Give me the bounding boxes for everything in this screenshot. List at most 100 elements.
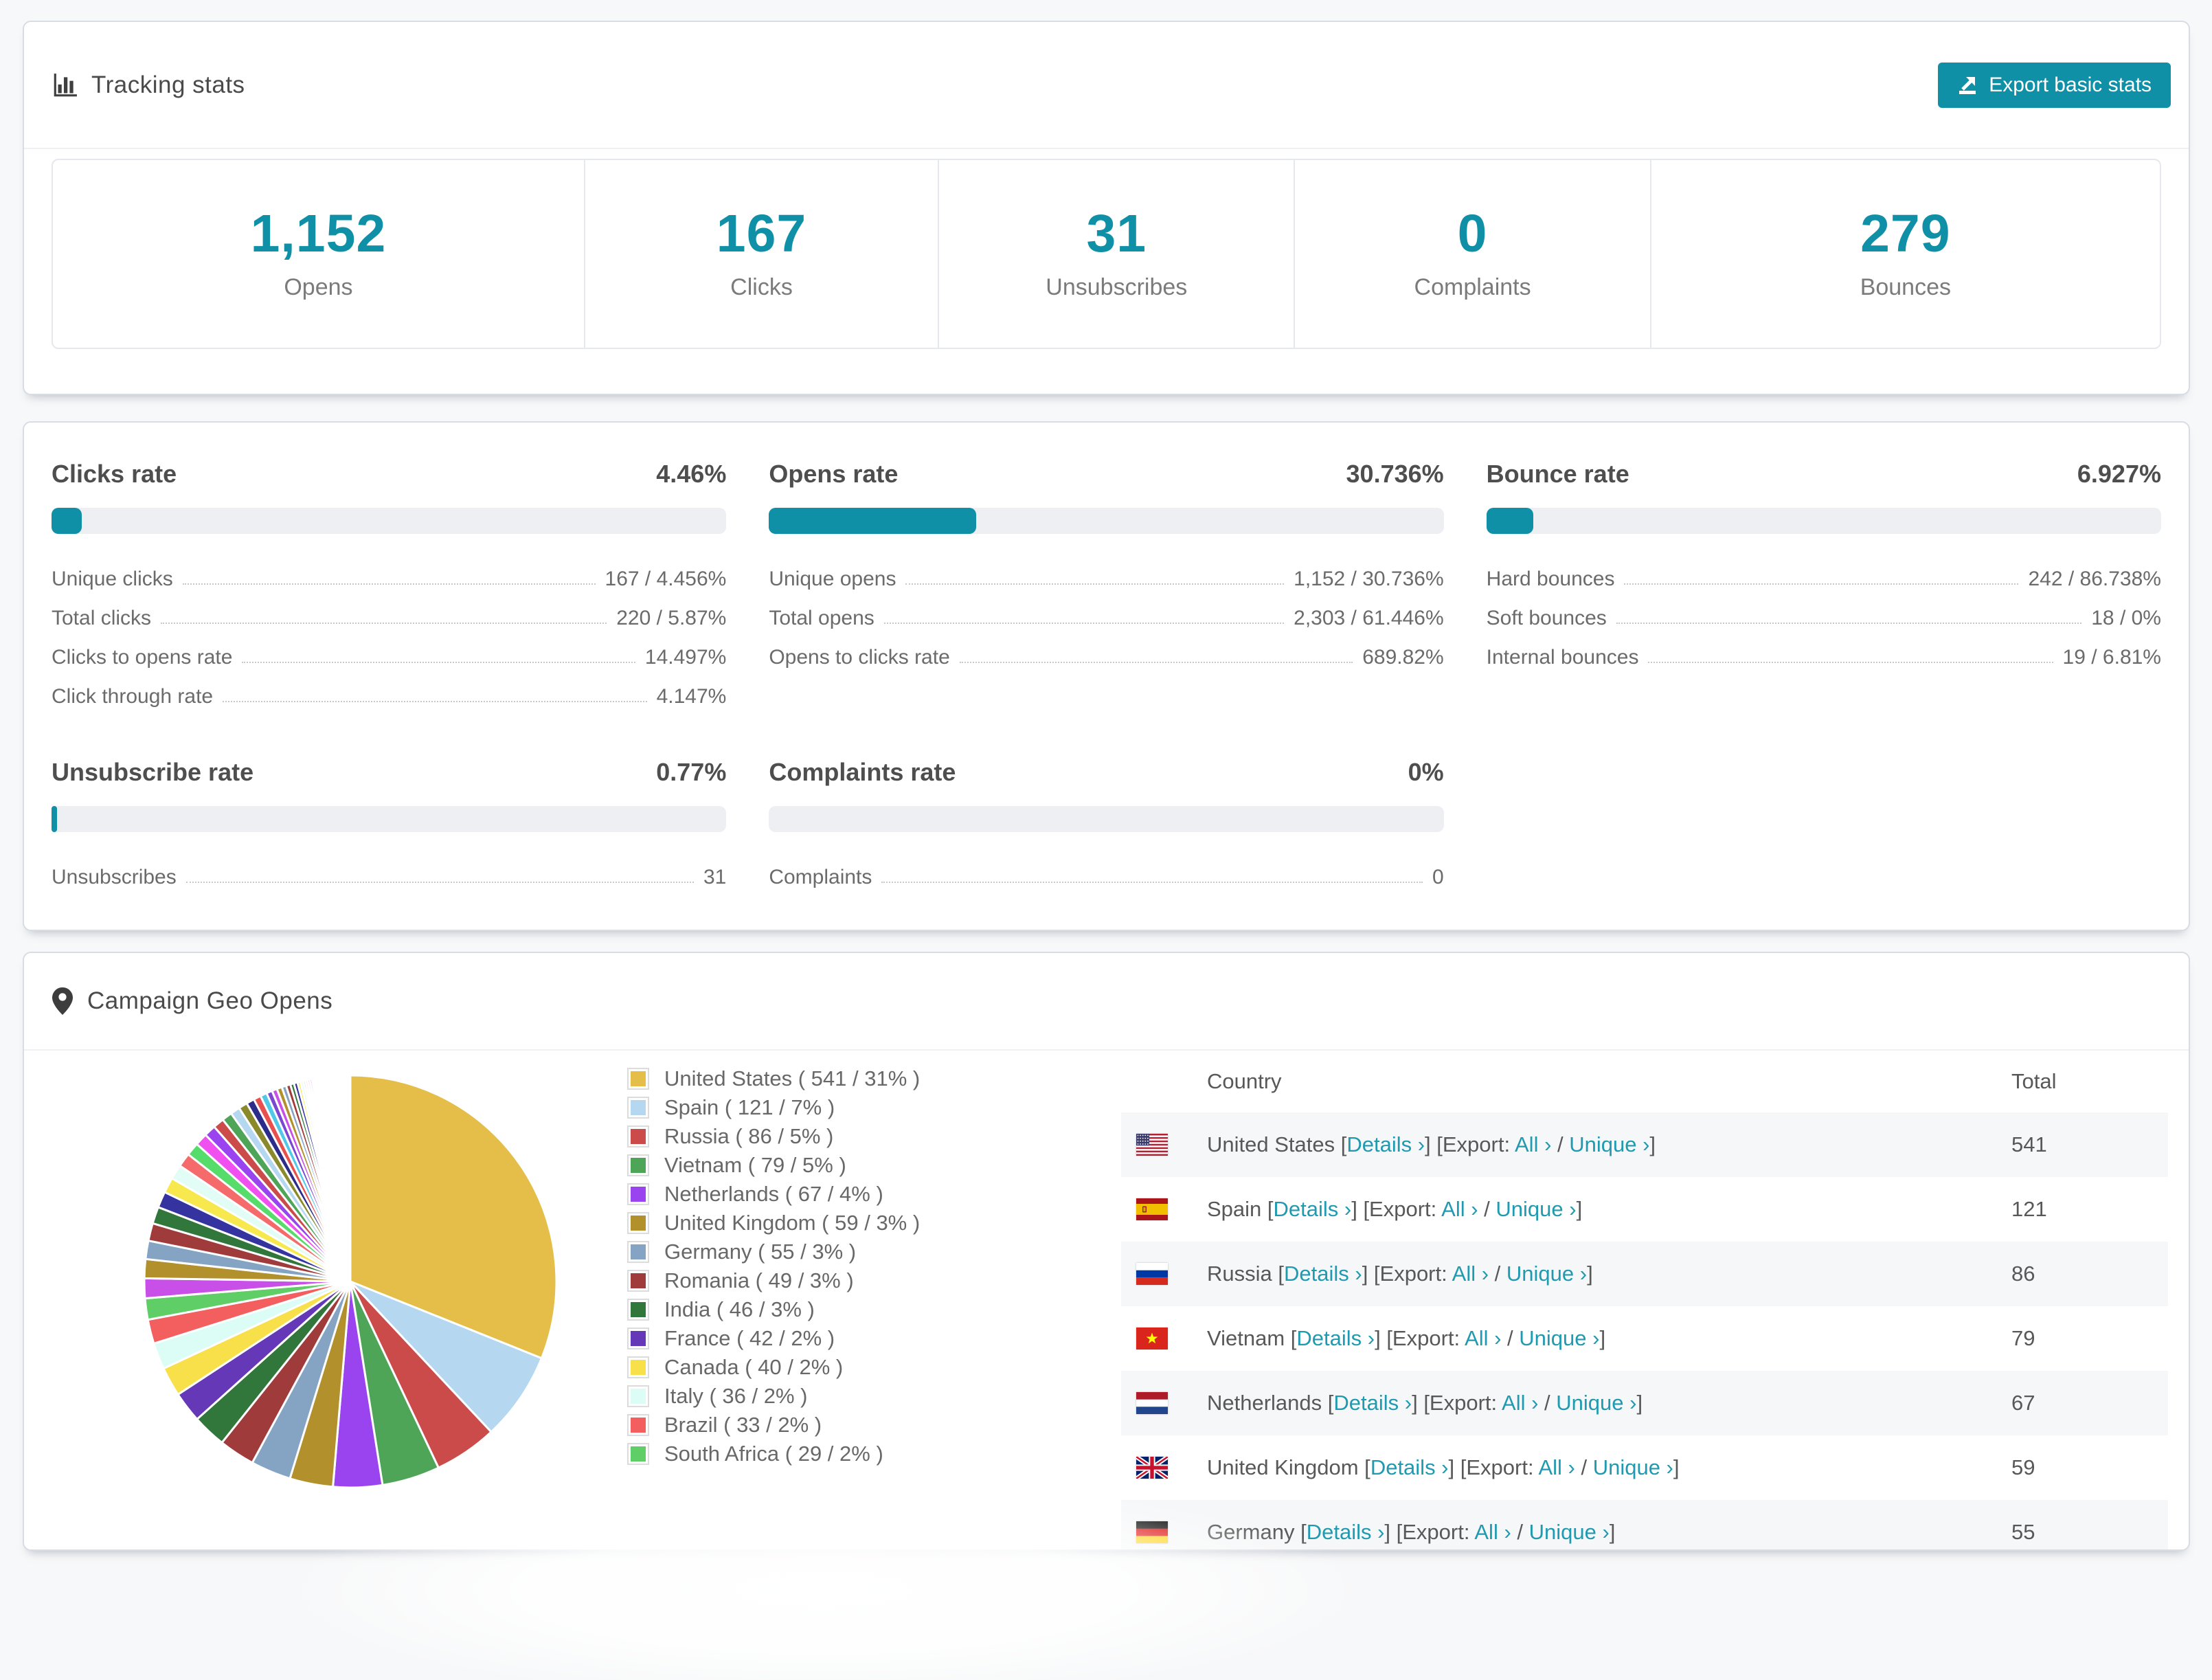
bracket-text: ] [Export: [1425,1132,1515,1156]
export-basic-stats-button[interactable]: Export basic stats [1938,62,2171,108]
tracking-stats-header: Tracking stats Export basic stats [24,22,2189,149]
legend-label: Vietnam ( 79 / 5% ) [664,1153,846,1177]
export-unique-link[interactable]: Unique › [1593,1455,1673,1479]
rate-detail-rows: Unique opens 1,152 / 30.736% Total opens 2,… [769,552,1443,669]
export-all-link[interactable]: All › [1515,1132,1551,1156]
legend-label: India ( 46 / 3% ) [664,1297,815,1321]
dotted-leader [185,882,694,883]
export-all-link[interactable]: All › [1474,1520,1511,1544]
stat-detail-row: Soft bounces 18 / 0% [1487,591,2161,630]
rate-progress-track [52,806,727,832]
dotted-leader [242,662,635,663]
legend-label: South Africa ( 29 / 2% ) [664,1442,883,1466]
legend-item: Vietnam ( 79 / 5% ) [627,1151,920,1180]
country-name: Vietnam [ [1207,1326,1297,1350]
bracket-text: ] [1576,1197,1583,1221]
total-cell: 541 [2011,1132,2047,1156]
dotted-leader [881,882,1423,883]
legend-label: Italy ( 36 / 2% ) [664,1384,808,1408]
stat-detail-value: 31 [703,866,727,888]
details-link[interactable]: Details › [1296,1326,1375,1350]
rate-progress-fill [769,508,977,534]
column-header-total: Total [2011,1069,2057,1093]
stat-cell-unsubscribes: 31 Unsubscribes [938,160,1294,348]
country-name: Germany [ [1207,1520,1307,1544]
country-cell: Russia [Details ›] [Export: All › / Uniq… [1207,1262,2011,1286]
stat-detail-value: 18 / 0% [2091,607,2161,629]
geo-title: Campaign Geo Opens [87,987,333,1014]
table-row: Russia [Details ›] [Export: All › / Uniq… [1121,1242,2168,1306]
export-all-link[interactable]: All › [1465,1326,1501,1350]
legend-label: United Kingdom ( 59 / 3% ) [664,1211,921,1235]
total-cell: 86 [2011,1262,2035,1286]
table-row: Netherlands [Details ›] [Export: All › /… [1121,1371,2168,1435]
rates-card: Clicks rate 4.46% Unique clicks 167 / 4.456… [23,421,2190,931]
dotted-leader [1616,623,2082,624]
stat-value: 167 [716,203,807,263]
details-link[interactable]: Details › [1346,1132,1425,1156]
rate-title: Opens rate [769,460,899,488]
export-all-link[interactable]: All › [1502,1391,1538,1415]
legend-label: Brazil ( 33 / 2% ) [664,1413,822,1437]
stat-detail-label: Complaints [769,866,872,888]
stat-detail-row: Total clicks 220 / 5.87% [52,591,726,630]
stat-detail-row: Unique clicks 167 / 4.456% [52,552,726,591]
legend-label: Romania ( 49 / 3% ) [664,1268,854,1292]
rate-value: 0% [1408,758,1444,786]
rate-detail-rows: Hard bounces 242 / 86.738% Soft bounces 18 … [1487,552,2161,669]
export-unique-link[interactable]: Unique › [1519,1326,1599,1350]
stat-detail-value: 2,303 / 61.446% [1294,607,1444,629]
rate-title: Bounce rate [1486,460,1629,488]
stat-detail-row: Clicks to opens rate 14.497% [52,630,726,669]
rate-head: Complaints rate 0% [769,752,1443,787]
legend-swatch [627,1385,649,1407]
details-link[interactable]: Details › [1284,1262,1362,1286]
dotted-leader [883,623,1285,624]
stat-detail-label: Total opens [769,607,874,629]
stat-detail-label: Total clicks [52,607,152,629]
export-unique-link[interactable]: Unique › [1506,1262,1587,1286]
de-flag-icon [1136,1521,1168,1543]
details-link[interactable]: Details › [1370,1455,1449,1479]
export-unique-link[interactable]: Unique › [1529,1520,1610,1544]
legend-item: Romania ( 49 / 3% ) [627,1266,920,1295]
details-link[interactable]: Details › [1274,1197,1352,1221]
slash-text: / [1489,1262,1506,1286]
country-name: Netherlands [ [1207,1391,1334,1415]
export-all-link[interactable]: All › [1538,1455,1575,1479]
rate-detail-rows: Complaints 0 [769,850,1443,889]
rate-block-complaints-rate: Complaints rate 0% Complaints 0 [769,752,1444,889]
stat-detail-value: 220 / 5.87% [616,607,727,629]
export-unique-link[interactable]: Unique › [1496,1197,1576,1221]
legend-item: India ( 46 / 3% ) [627,1295,920,1324]
total-cell: 55 [2011,1520,2035,1544]
stat-detail-row: Unique opens 1,152 / 30.736% [769,552,1443,591]
es-flag-icon [1136,1198,1168,1220]
country-cell: United States [Details ›] [Export: All ›… [1207,1132,2011,1157]
details-link[interactable]: Details › [1333,1391,1412,1415]
export-unique-link[interactable]: Unique › [1569,1132,1649,1156]
legend-label: United States ( 541 / 31% ) [664,1066,921,1090]
details-link[interactable]: Details › [1307,1520,1385,1544]
stat-value: 1,152 [250,203,387,263]
legend-swatch [627,1443,649,1465]
nl-flag-icon [1136,1392,1168,1414]
tracking-stats-card: Tracking stats Export basic stats 1,152 O… [23,21,2190,395]
rate-progress-fill [52,508,82,534]
legend-swatch [627,1183,649,1205]
country-name: United States [ [1207,1132,1347,1156]
stats-strip: 1,152 Opens 167 Clicks 31 Unsubscribes 0 Compla… [52,159,2161,349]
table-row: Spain [Details ›] [Export: All › / Uniqu… [1121,1177,2168,1242]
rate-progress-track [1486,508,2161,534]
bracket-text: ] [1587,1262,1593,1286]
ru-flag-icon [1136,1263,1168,1285]
dotted-leader [1648,662,2053,663]
export-unique-link[interactable]: Unique › [1556,1391,1636,1415]
stat-detail-row: Complaints 0 [769,850,1443,889]
geo-pie-chart [137,1068,563,1494]
export-all-link[interactable]: All › [1452,1262,1489,1286]
stat-label: Complaints [1414,273,1531,300]
export-all-link[interactable]: All › [1441,1197,1478,1221]
table-row: United Kingdom [Details ›] [Export: All … [1121,1435,2168,1500]
legend-label: Russia ( 86 / 5% ) [664,1124,834,1148]
